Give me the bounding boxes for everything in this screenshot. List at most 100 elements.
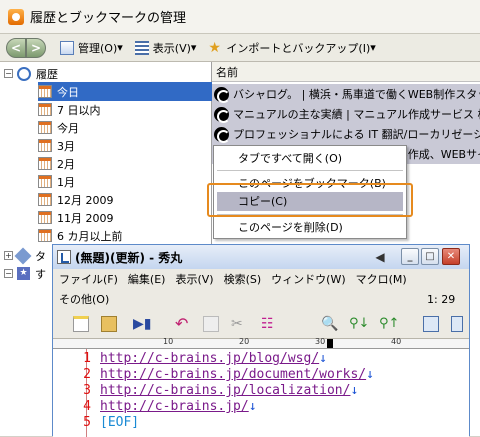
organize-icon xyxy=(60,40,74,55)
menu-item-label: このページを削除(D) xyxy=(238,221,343,234)
list-item[interactable]: マニュアルの主な実績 | マニュアル作成サービス 株 xyxy=(212,104,480,124)
menu-item-delete-page[interactable]: このページを削除(D) xyxy=(238,218,343,236)
menu-view[interactable]: 表示(V) xyxy=(175,271,213,287)
site-favicon-icon xyxy=(214,106,230,123)
tree-item-nov-2009[interactable]: 11月 2009 xyxy=(38,208,114,227)
collapse-icon[interactable]: − xyxy=(4,269,13,278)
open-folder-icon[interactable] xyxy=(101,316,117,332)
newline-mark-icon: ↓ xyxy=(350,383,359,398)
minimize-button[interactable]: _ xyxy=(401,248,419,265)
newline-mark-icon: ↓ xyxy=(248,399,257,414)
collapse-icon[interactable]: − xyxy=(4,69,13,78)
tree-item-today[interactable]: 今日 xyxy=(38,82,212,101)
window-icon[interactable] xyxy=(423,316,439,332)
editor-titlebar: (無題)(更新) - 秀丸 ◀ _ □ ✕ xyxy=(53,245,469,269)
editor-menubar: ファイル(F) 編集(E) 表示(V) 検索(S) ウィンドウ(W) マクロ(M… xyxy=(53,269,469,289)
cut-icon[interactable]: ✂ xyxy=(231,316,247,332)
maximize-button[interactable]: □ xyxy=(421,248,439,265)
tree-item-all-bookmarks[interactable]: − ★ す xyxy=(4,264,46,283)
paste-icon[interactable]: ☷ xyxy=(261,316,277,332)
tree-item-dec-2009[interactable]: 12月 2009 xyxy=(38,190,114,209)
menu-search[interactable]: 検索(S) xyxy=(224,271,262,287)
search-icon[interactable]: 🔍 xyxy=(321,316,338,332)
text-line[interactable]: http://c-brains.jp/localization/↓ xyxy=(100,383,358,398)
organize-menu[interactable]: 管理(O) ▾ xyxy=(60,40,123,56)
menu-other[interactable]: その他(O) xyxy=(59,291,109,307)
tree-item-label: 1月 xyxy=(57,175,75,189)
window-split-icon[interactable] xyxy=(451,316,463,332)
save-icon[interactable]: ▶▮ xyxy=(133,316,151,332)
text-line[interactable]: http://c-brains.jp/document/works/↓ xyxy=(100,367,374,382)
calendar-icon xyxy=(38,175,52,188)
menu-edit[interactable]: 編集(E) xyxy=(128,271,166,287)
tag-icon xyxy=(14,247,32,264)
editor-title: (無題)(更新) - 秀丸 xyxy=(75,250,183,265)
tree-item-this-month[interactable]: 今月 xyxy=(38,118,79,137)
forward-arrow-icon: > xyxy=(30,40,42,55)
url-text: http://c-brains.jp/document/works/ xyxy=(100,367,367,382)
copy-disabled-icon[interactable] xyxy=(203,316,219,332)
cursor-position: 1: 29 xyxy=(427,292,456,306)
list-item-title: バシャログ。 | 横浜・馬車道で働くWEB制作スタッフ xyxy=(233,88,480,101)
calendar-icon xyxy=(38,103,52,116)
text-line[interactable]: http://c-brains.jp/blog/wsg/↓ xyxy=(100,351,327,366)
site-favicon-icon xyxy=(214,126,230,143)
menu-file[interactable]: ファイル(F) xyxy=(59,271,118,287)
tree-item-march[interactable]: 3月 xyxy=(38,136,75,155)
library-title: 履歴とブックマークの管理 xyxy=(30,11,187,26)
line-number: 3 xyxy=(83,383,91,398)
tree-item-label: 7 日以内 xyxy=(57,103,101,117)
tree-item-january[interactable]: 1月 xyxy=(38,172,75,191)
highlight-annotation-box xyxy=(207,183,413,217)
site-favicon-icon xyxy=(214,86,230,103)
menu-item-label: タブですべて開く(O) xyxy=(238,152,343,165)
library-toolbar: < > 管理(O) ▾ 表示(V) ▾ ★ インポートとバックアップ(I) ▾ xyxy=(0,34,480,62)
editor-text-area[interactable]: 1 http://c-brains.jp/blog/wsg/↓ 2 http:/… xyxy=(53,349,469,437)
line-number: 1 xyxy=(83,351,91,366)
list-item[interactable]: プロフェッショナルによる IT 翻訳/ローカリゼーション xyxy=(212,124,480,144)
tree-item-label: 12月 2009 xyxy=(57,193,114,207)
list-item[interactable]: バシャログ。 | 横浜・馬車道で働くWEB制作スタッフ xyxy=(212,84,480,104)
chevron-down-icon: ▾ xyxy=(370,41,376,54)
tree-item-older[interactable]: 6 カ月以上前 xyxy=(38,226,123,245)
search-down-icon[interactable]: ⚲↓ xyxy=(349,316,369,332)
menu-window[interactable]: ウィンドウ(W) xyxy=(271,271,345,287)
back-button[interactable]: < xyxy=(6,37,26,58)
new-file-icon[interactable] xyxy=(73,316,89,332)
tree-item-history[interactable]: − 履歴 xyxy=(4,64,58,83)
menu-macro[interactable]: マクロ(M) xyxy=(356,271,407,287)
chevron-down-icon: ▾ xyxy=(117,41,123,54)
tree-item-last7days[interactable]: 7 日以内 xyxy=(38,100,101,119)
star-import-icon: ★ xyxy=(208,39,221,56)
newline-mark-icon: ↓ xyxy=(319,351,327,366)
text-line[interactable]: http://c-brains.jp/↓ xyxy=(100,399,257,414)
tree-item-label: タ xyxy=(35,249,46,263)
calendar-icon xyxy=(38,193,52,206)
chevron-down-icon: ▾ xyxy=(190,41,197,54)
url-text: http://c-brains.jp/localization/ xyxy=(100,383,351,398)
undo-icon[interactable]: ↶ xyxy=(175,316,191,332)
tree-item-february[interactable]: 2月 xyxy=(38,154,75,173)
column-header-label: 名前 xyxy=(216,65,238,79)
tree-item-label: 3月 xyxy=(57,139,75,153)
back-arrow-icon: < xyxy=(10,40,22,55)
tree-item-label: 2月 xyxy=(57,157,75,171)
url-text: http://c-brains.jp/blog/wsg/ xyxy=(100,351,320,366)
editor-menubar-row2: その他(O) 1: 29 xyxy=(53,289,469,309)
tree-item-label: 履歴 xyxy=(36,67,58,81)
forward-button[interactable]: > xyxy=(26,37,46,58)
column-ruler: 10 20 30 40 xyxy=(53,337,469,349)
import-backup-menu[interactable]: ★ インポートとバックアップ(I) ▾ xyxy=(208,40,375,56)
menu-item-open-all-tabs[interactable]: タブですべて開く(O) xyxy=(238,149,342,167)
arrow-left-icon[interactable]: ◀ xyxy=(371,248,389,265)
tree-item-label: 今日 xyxy=(57,85,79,99)
hidemaru-icon xyxy=(57,250,71,264)
tree-item-tags[interactable]: + タ xyxy=(4,246,46,265)
tree-item-label: 今月 xyxy=(57,121,79,135)
search-up-icon[interactable]: ⚲↑ xyxy=(379,316,399,332)
close-button[interactable]: ✕ xyxy=(442,248,460,265)
expand-icon[interactable]: + xyxy=(4,251,13,260)
tree-item-label: 6 カ月以上前 xyxy=(57,229,123,243)
column-header-name[interactable]: 名前 xyxy=(212,62,480,82)
views-menu[interactable]: 表示(V) ▾ xyxy=(134,40,197,56)
